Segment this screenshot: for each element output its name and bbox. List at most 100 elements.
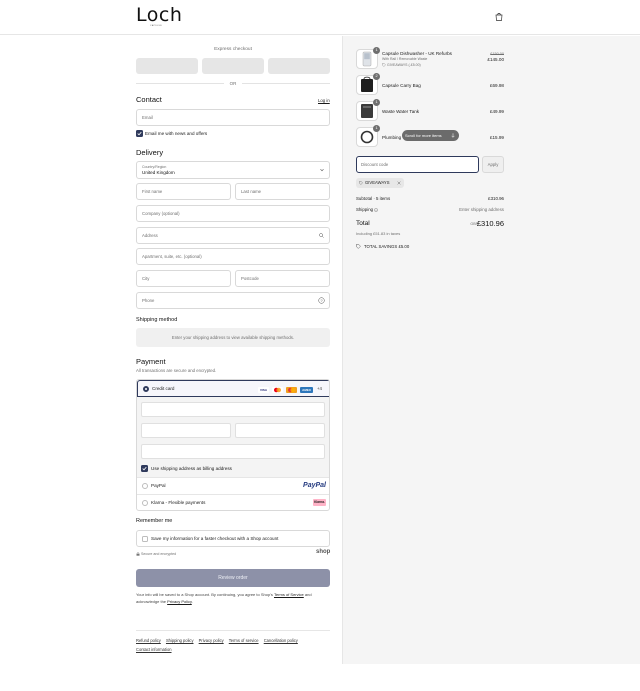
card-expiry-field[interactable] [141,423,231,438]
or-divider: OR [136,81,330,86]
phone-field[interactable]: Phone ? [136,292,330,309]
remember-checkbox[interactable] [142,536,148,542]
apply-discount-button[interactable]: Apply [482,156,504,173]
news-checkbox[interactable] [136,130,143,137]
shipping-policy-link[interactable]: Shipping policy [166,638,194,643]
info-icon[interactable] [374,207,378,212]
taxes-note: Including £51.83 in taxes [356,231,401,236]
logo-tagline: CAPSULE [150,25,163,27]
scroll-more-button[interactable]: Scroll for more items [402,130,459,141]
discount-chip: GIVEAWAYS [356,178,404,188]
cancellation-policy-link[interactable]: Cancellation policy [264,638,298,643]
delivery-heading: Delivery [136,148,164,157]
terms-link[interactable]: Terms of Service [274,592,304,597]
item-original-price: £150.00 [490,52,504,56]
check-icon [142,466,147,471]
postcode-placeholder: Postcode [241,276,259,281]
shipping-label: Shipping [356,207,374,212]
privacy-policy-link[interactable]: Privacy policy [199,638,224,643]
card-name-field[interactable] [141,444,325,459]
amex-icon: AMEX [300,387,313,393]
card-number-field[interactable] [141,402,325,417]
payment-methods: Credit card VISA AMEX +4 Use shipping ad… [136,379,330,511]
chevron-down-icon [320,168,324,172]
item-name: Waste Water Tank [382,109,420,114]
login-link[interactable]: Log in [318,98,330,103]
paypal-label: PayPal [151,483,166,488]
first-name-placeholder: First name [142,189,163,194]
brand-logo[interactable]: Loch CAPSULE [136,4,183,28]
payment-subtitle: All transactions are secure and encrypte… [136,368,217,373]
credit-card-radio[interactable] [143,386,149,392]
first-name-field[interactable]: First name [136,183,231,200]
item-discount: GIVEAWAYS (-£5.00) [387,63,421,67]
item-name: Capsule Dishwasher - UK Refurbs [382,51,452,56]
item-name: Plumbing [382,135,402,140]
paypal-option[interactable]: PayPal PayPal [137,478,329,494]
contact-information-link[interactable]: Contact information [136,647,172,652]
product-thumbnail: 1 [356,99,380,121]
remember-heading: Remember me [136,518,173,524]
svg-text:?: ? [320,298,323,303]
last-name-field[interactable]: Last name [235,183,330,200]
page-bottom [0,664,640,691]
phone-placeholder: Phone [142,298,155,303]
paypal-logo: PayPal [303,482,326,489]
express-checkout-title: Express checkout [214,47,252,52]
credit-card-option[interactable]: Credit card VISA AMEX +4 [137,380,329,397]
card-cvc-field[interactable] [235,423,325,438]
item-price: £69.98 [489,83,504,88]
footer-links: Refund policy Shipping policy Privacy po… [136,636,330,654]
credit-card-label: Credit card [152,386,175,391]
item-price: £15.99 [489,135,504,140]
express-pay-button-3[interactable] [268,58,330,74]
subtotal-label: Subtotal · 5 items [356,196,391,201]
apartment-field[interactable]: Apartment, suite, etc. (optional) [136,248,330,265]
company-field[interactable]: Company (optional) [136,205,330,222]
close-icon[interactable] [397,181,401,185]
contact-heading: Contact [136,95,162,104]
billing-checkbox[interactable] [141,465,148,472]
search-icon [319,233,324,238]
review-order-button[interactable]: Review order [136,569,330,587]
city-placeholder: City [142,276,150,281]
klarna-logo: Klarna. [313,499,326,506]
help-icon[interactable]: ? [318,297,325,304]
email-placeholder: Email [142,115,153,120]
postcode-field[interactable]: Postcode [235,270,330,287]
secure-text: Secure and encrypted [141,551,177,556]
visa-icon: VISA [258,387,269,393]
privacy-link[interactable]: Privacy Policy [167,599,192,604]
discount-chip-label: GIVEAWAYS [365,180,390,185]
country-value: United Kingdom [142,170,175,175]
logo-wordmark: Loch [136,4,183,26]
terms-of-service-link[interactable]: Terms of service [229,638,259,643]
product-thumbnail: 1 [356,47,380,69]
order-summary-panel [342,36,640,664]
paypal-radio[interactable] [142,483,148,489]
shopping-bag-icon[interactable] [495,12,503,21]
last-name-placeholder: Last name [241,189,262,194]
klarna-option[interactable]: Klarna - Flexible payments Klarna. [137,495,329,510]
news-label: Email me with news and offers [145,131,208,136]
remember-label: Save my information for a faster checkou… [151,536,279,541]
express-pay-button-2[interactable] [202,58,264,74]
payment-heading: Payment [136,357,166,366]
card-form: Use shipping address as billing address [137,397,329,477]
email-field[interactable]: Email [136,109,330,126]
express-pay-button-1[interactable] [136,58,198,74]
discount-code-field[interactable]: Discount code [356,156,479,173]
product-thumbnail: 1 [356,125,380,147]
remember-option: Save my information for a faster checkou… [136,530,330,547]
quantity-badge: 2 [373,73,380,80]
country-select[interactable]: Country/Region United Kingdom [136,161,330,179]
tag-icon [359,181,363,185]
check-icon [137,131,142,136]
legal-sentence: Your info will be saved to a Shop accoun… [136,592,273,597]
city-field[interactable]: City [136,270,231,287]
klarna-radio[interactable] [142,500,148,506]
address-field[interactable]: Address [136,227,330,244]
quantity-badge: 1 [373,47,380,54]
country-label: Country/Region [142,165,167,169]
refund-policy-link[interactable]: Refund policy [136,638,161,643]
